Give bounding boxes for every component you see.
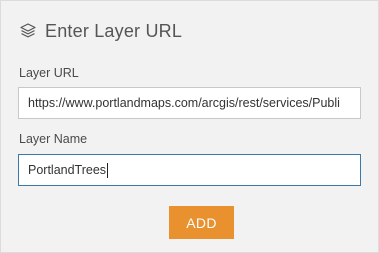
layer-url-label: Layer URL [19, 66, 79, 80]
layer-name-value: PortlandTrees [28, 163, 107, 177]
panel-header: Enter Layer URL [19, 19, 182, 43]
enter-layer-url-panel: Enter Layer URL Layer URL https://www.po… [0, 0, 379, 253]
layer-name-label: Layer Name [19, 132, 88, 146]
text-cursor [107, 162, 109, 178]
layer-url-input[interactable]: https://www.portlandmaps.com/arcgis/rest… [18, 87, 361, 119]
add-button[interactable]: ADD [169, 206, 234, 239]
panel-title: Enter Layer URL [45, 20, 183, 41]
layers-icon [19, 22, 37, 40]
layer-name-input[interactable]: PortlandTrees [18, 154, 361, 186]
layer-url-value: https://www.portlandmaps.com/arcgis/rest… [28, 96, 340, 110]
